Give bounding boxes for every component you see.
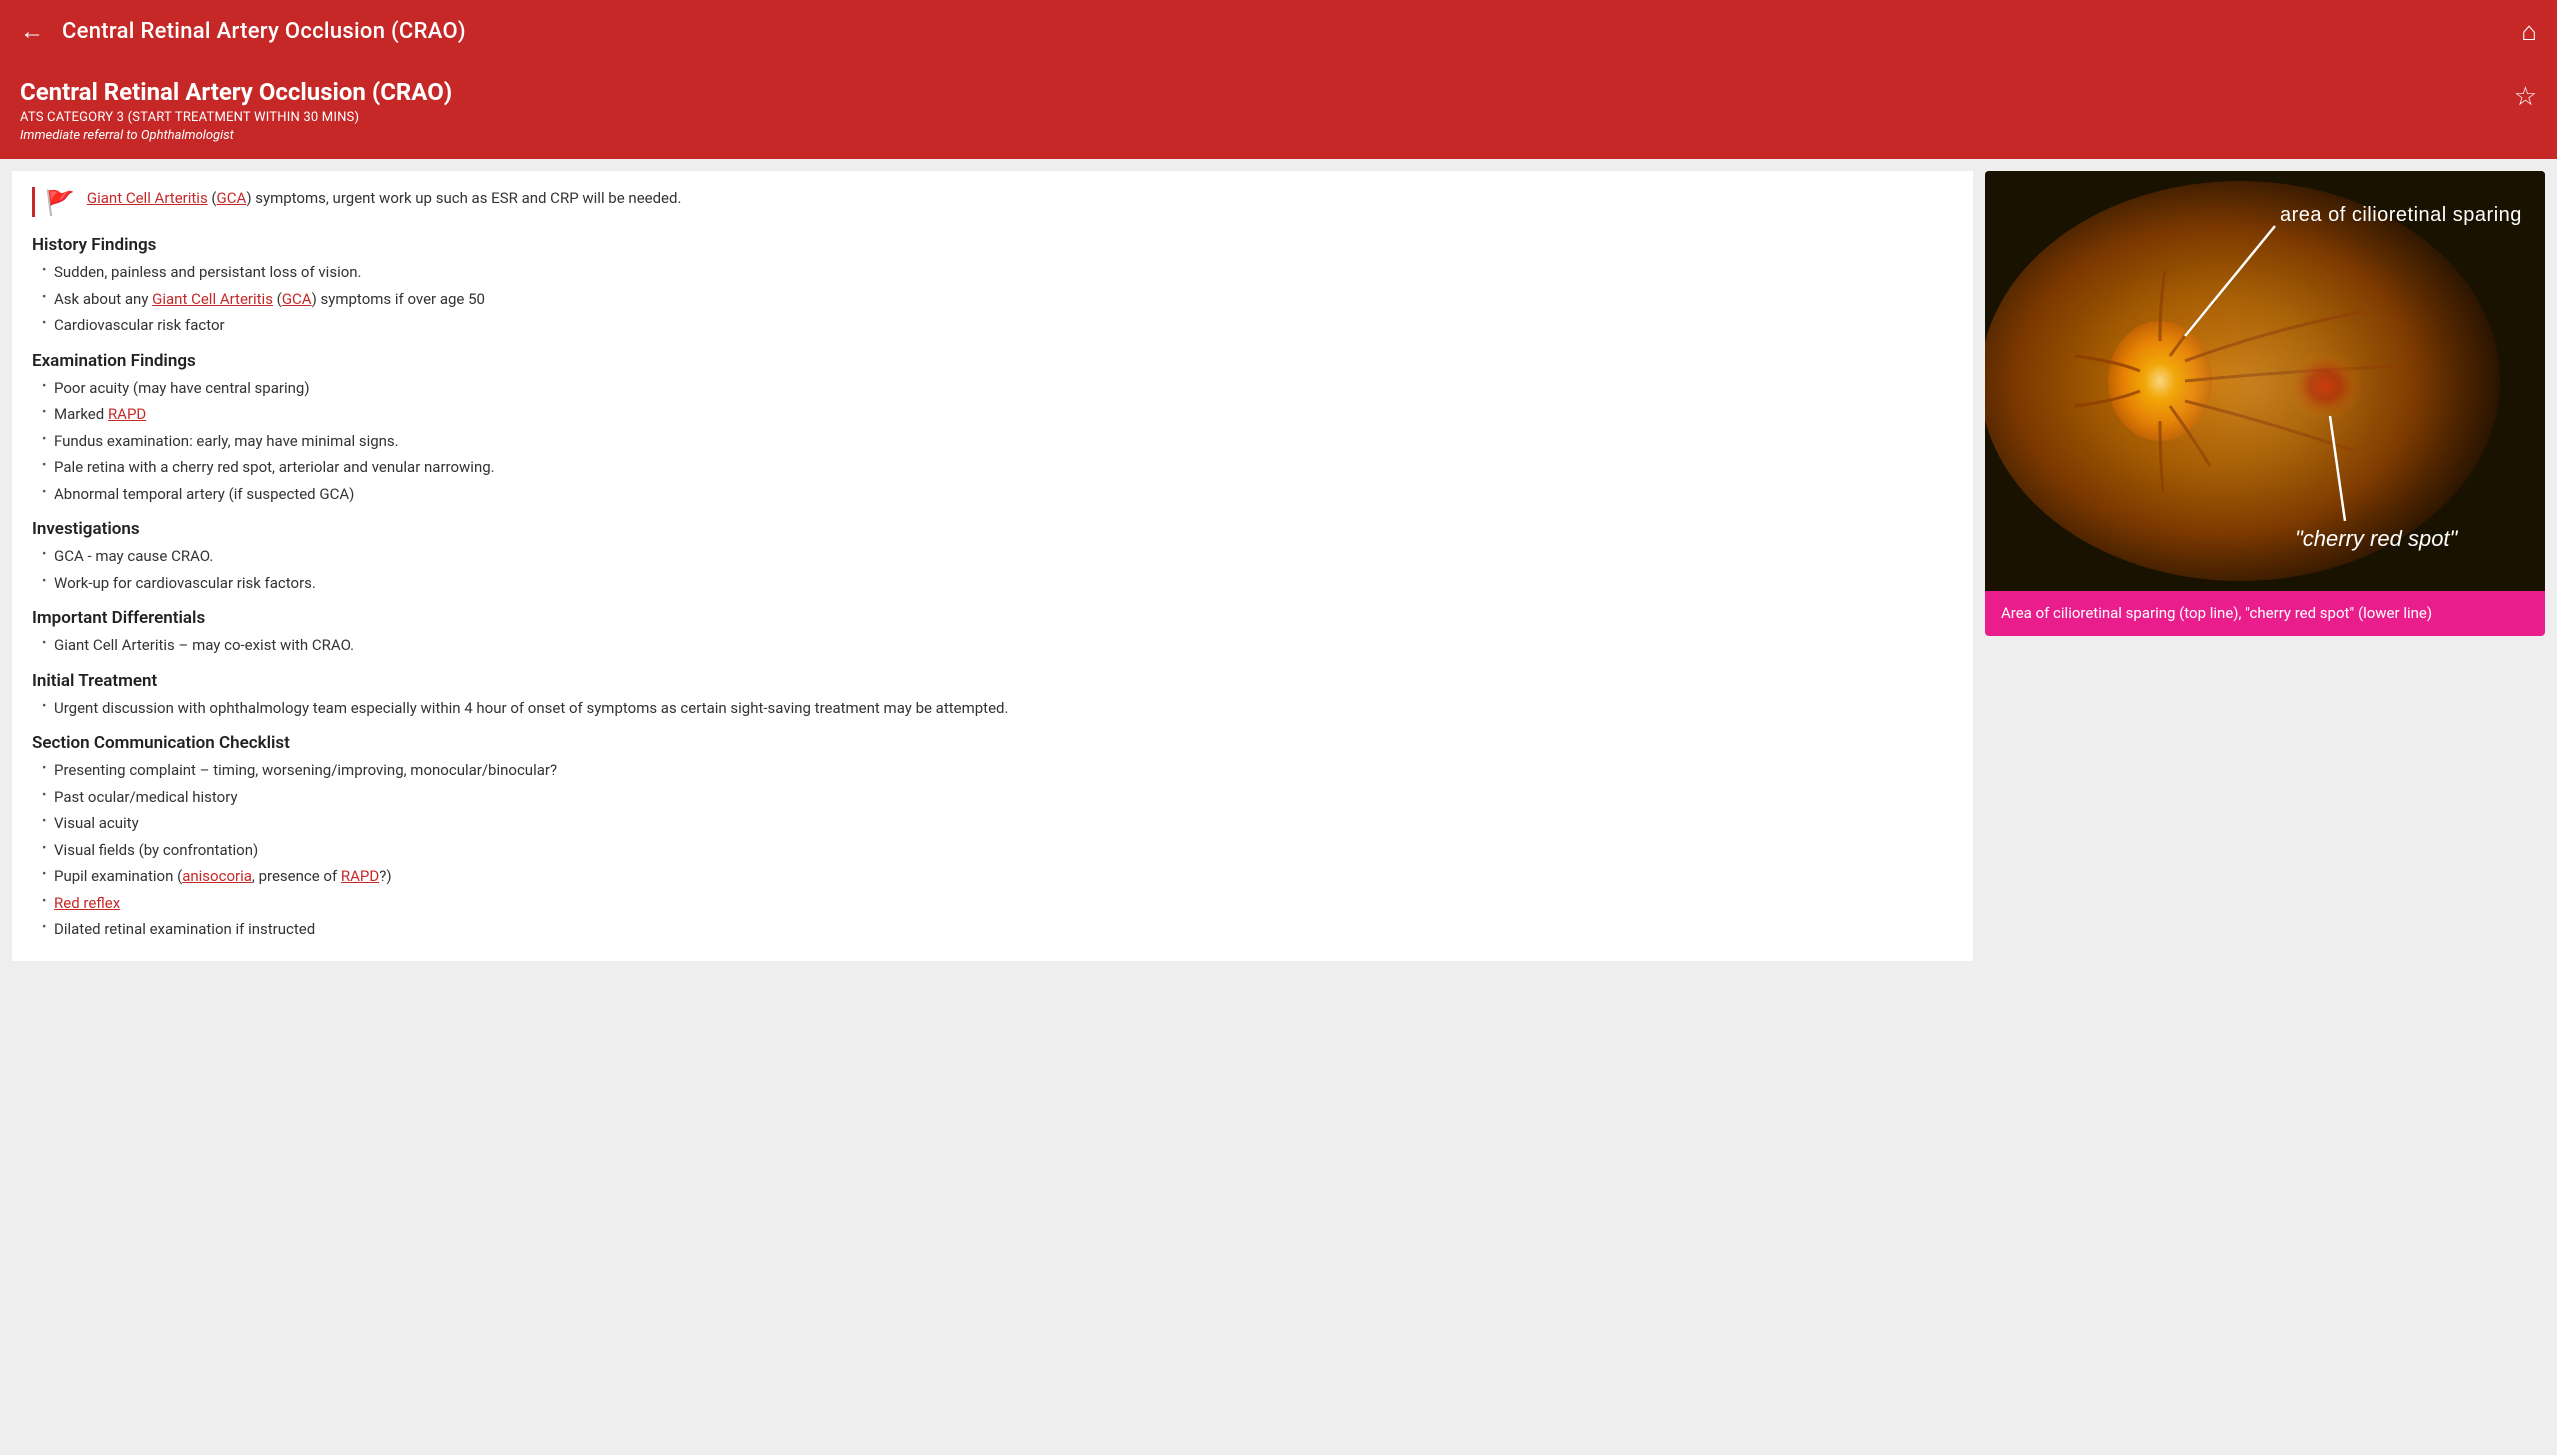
back-button[interactable]: ← xyxy=(20,17,44,46)
image-caption: Area of cilioretinal sparing (top line),… xyxy=(1985,591,2545,636)
section-list-investigations: GCA - may cause CRAO. Work-up for cardio… xyxy=(32,545,1953,594)
rapd-link-2[interactable]: RAPD xyxy=(341,867,379,885)
alert-row: 🚩 Giant Cell Arteritis (GCA) symptoms, u… xyxy=(32,187,1953,217)
header-text-block: Central Retinal Artery Occlusion (CRAO) … xyxy=(20,78,452,143)
list-item: Marked RAPD xyxy=(40,403,1953,426)
star-button[interactable]: ☆ xyxy=(2514,82,2537,112)
list-item: Pale retina with a cherry red spot, arte… xyxy=(40,456,1953,479)
section-heading-differentials: Important Differentials xyxy=(32,608,1953,628)
top-navigation-bar: ← Central Retinal Artery Occlusion (CRAO… xyxy=(0,0,2557,62)
list-item: Red reflex xyxy=(40,892,1953,915)
header-section: Central Retinal Artery Occlusion (CRAO) … xyxy=(0,62,2557,159)
section-list-differentials: Giant Cell Arteritis – may co-exist with… xyxy=(32,634,1953,657)
list-item: Pupil examination (anisocoria, presence … xyxy=(40,865,1953,888)
rapd-link-1[interactable]: RAPD xyxy=(108,405,146,423)
list-item: Past ocular/medical history xyxy=(40,786,1953,809)
section-list-examination: Poor acuity (may have central sparing) M… xyxy=(32,377,1953,506)
list-item: Presenting complaint – timing, worsening… xyxy=(40,759,1953,782)
list-item: Ask about any Giant Cell Arteritis (GCA)… xyxy=(40,288,1953,311)
section-heading-examination: Examination Findings xyxy=(32,351,1953,371)
header-referral: Immediate referral to Ophthalmologist xyxy=(20,128,452,143)
list-item: Work-up for cardiovascular risk factors. xyxy=(40,572,1953,595)
list-item: Giant Cell Arteritis – may co-exist with… xyxy=(40,634,1953,657)
list-item: Cardiovascular risk factor xyxy=(40,314,1953,337)
list-item: Urgent discussion with ophthalmology tea… xyxy=(40,697,1953,720)
svg-text:"cherry red spot": "cherry red spot" xyxy=(2295,526,2459,551)
section-heading-history: History Findings xyxy=(32,235,1953,255)
alert-text: Giant Cell Arteritis (GCA) symptoms, urg… xyxy=(87,187,682,210)
gca-link-3[interactable]: Giant Cell Arteritis xyxy=(152,290,273,308)
list-item: Dilated retinal examination if instructe… xyxy=(40,918,1953,941)
red-reflex-link[interactable]: Red reflex xyxy=(54,894,120,912)
home-button[interactable]: ⌂ xyxy=(2521,16,2537,47)
left-panel: 🚩 Giant Cell Arteritis (GCA) symptoms, u… xyxy=(12,171,1973,961)
main-content: 🚩 Giant Cell Arteritis (GCA) symptoms, u… xyxy=(0,159,2557,973)
list-item: Visual fields (by confrontation) xyxy=(40,839,1953,862)
section-heading-investigations: Investigations xyxy=(32,519,1953,539)
section-heading-treatment: Initial Treatment xyxy=(32,671,1953,691)
eye-image-container: area of cilioretinal sparing "cherry red… xyxy=(1985,171,2545,591)
svg-text:area of cilioretinal sparing: area of cilioretinal sparing xyxy=(2280,204,2522,226)
section-list-history: Sudden, painless and persistant loss of … xyxy=(32,261,1953,337)
eye-fundus-image: area of cilioretinal sparing "cherry red… xyxy=(1985,171,2545,591)
list-item: Sudden, painless and persistant loss of … xyxy=(40,261,1953,284)
top-bar-left: ← Central Retinal Artery Occlusion (CRAO… xyxy=(20,17,466,46)
section-heading-checklist: Section Communication Checklist xyxy=(32,733,1953,753)
list-item: GCA - may cause CRAO. xyxy=(40,545,1953,568)
header-main-title: Central Retinal Artery Occlusion (CRAO) xyxy=(20,78,452,106)
right-panel: area of cilioretinal sparing "cherry red… xyxy=(1985,171,2545,961)
top-bar-title: Central Retinal Artery Occlusion (CRAO) xyxy=(62,19,466,44)
flag-icon: 🚩 xyxy=(45,189,75,217)
section-list-treatment: Urgent discussion with ophthalmology tea… xyxy=(32,697,1953,720)
list-item: Poor acuity (may have central sparing) xyxy=(40,377,1953,400)
list-item: Fundus examination: early, may have mini… xyxy=(40,430,1953,453)
list-item: Abnormal temporal artery (if suspected G… xyxy=(40,483,1953,506)
list-item: Visual acuity xyxy=(40,812,1953,835)
header-category: ATS CATEGORY 3 (START TREATMENT WITHIN 3… xyxy=(20,110,452,125)
anisocoria-link[interactable]: anisocoria xyxy=(182,867,252,885)
section-list-checklist: Presenting complaint – timing, worsening… xyxy=(32,759,1953,941)
gca-link-1[interactable]: Giant Cell Arteritis xyxy=(87,189,208,207)
gca-link-4[interactable]: GCA xyxy=(282,290,312,308)
gca-link-2[interactable]: GCA xyxy=(217,189,247,207)
